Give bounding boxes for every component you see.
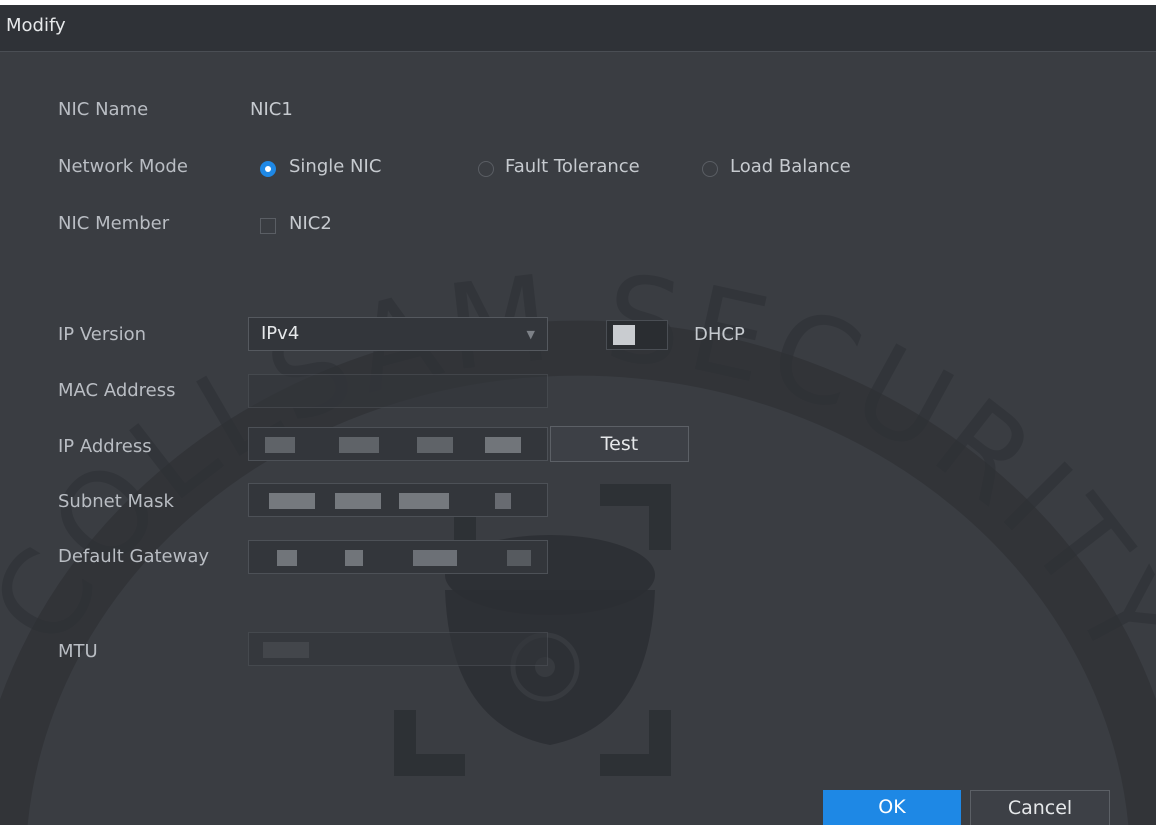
subnet-octet-1[interactable]: [269, 493, 315, 509]
nic-name-label: NIC Name: [58, 99, 149, 120]
radio-load-balance-label[interactable]: Load Balance: [730, 156, 851, 177]
ok-button[interactable]: OK: [823, 790, 961, 825]
modify-dialog: COLLSAM SECURITY Modify NIC Name NIC1 Ne…: [0, 5, 1156, 825]
ip-octet-2[interactable]: [339, 437, 379, 453]
nic-name-value: NIC1: [250, 99, 293, 120]
mtu-field: [248, 632, 548, 666]
network-mode-label: Network Mode: [58, 156, 188, 177]
toggle-knob: [613, 325, 635, 345]
default-gateway-label: Default Gateway: [58, 546, 210, 567]
dhcp-toggle[interactable]: [606, 320, 668, 350]
gateway-octet-4[interactable]: [507, 550, 531, 566]
mtu-value-obscured: [263, 642, 309, 658]
cancel-button[interactable]: Cancel: [970, 790, 1110, 825]
radio-load-balance[interactable]: [702, 161, 718, 177]
dialog-title: Modify: [6, 15, 66, 36]
mac-address-label: MAC Address: [58, 380, 176, 401]
ip-version-label: IP Version: [58, 324, 147, 345]
svg-text:COLLSAM SECURITY: COLLSAM SECURITY: [0, 248, 1156, 686]
ip-address-label: IP Address: [58, 436, 152, 457]
nic2-checkbox[interactable]: [260, 218, 276, 234]
radio-fault-tolerance-label[interactable]: Fault Tolerance: [505, 156, 640, 177]
subnet-mask-label: Subnet Mask: [58, 491, 174, 512]
subnet-octet-3[interactable]: [399, 493, 449, 509]
mtu-label: MTU: [58, 641, 98, 662]
chevron-down-icon: ▼: [526, 328, 535, 341]
dhcp-label: DHCP: [694, 324, 745, 345]
subnet-octet-2[interactable]: [335, 493, 381, 509]
default-gateway-field[interactable]: [248, 540, 548, 574]
gateway-octet-2[interactable]: [345, 550, 363, 566]
nic-member-label: NIC Member: [58, 213, 170, 234]
test-button[interactable]: Test: [550, 426, 689, 462]
radio-fault-tolerance[interactable]: [478, 161, 494, 177]
mac-address-field: [248, 374, 548, 408]
ip-version-select[interactable]: IPv4 ▼: [248, 317, 548, 351]
ip-version-selected: IPv4: [261, 323, 300, 344]
subnet-mask-field[interactable]: [248, 483, 548, 517]
gateway-octet-3[interactable]: [413, 550, 457, 566]
ip-address-field[interactable]: [248, 427, 548, 461]
gateway-octet-1[interactable]: [277, 550, 297, 566]
ip-octet-4[interactable]: [485, 437, 521, 453]
nic2-checkbox-label[interactable]: NIC2: [289, 213, 332, 234]
radio-single-nic[interactable]: [260, 161, 276, 177]
title-bar[interactable]: Modify: [0, 5, 1156, 52]
subnet-octet-4[interactable]: [495, 493, 511, 509]
watermark-logo: COLLSAM SECURITY: [0, 248, 1156, 825]
ip-octet-3[interactable]: [417, 437, 453, 453]
ip-octet-1[interactable]: [265, 437, 295, 453]
radio-single-nic-label[interactable]: Single NIC: [289, 156, 381, 177]
